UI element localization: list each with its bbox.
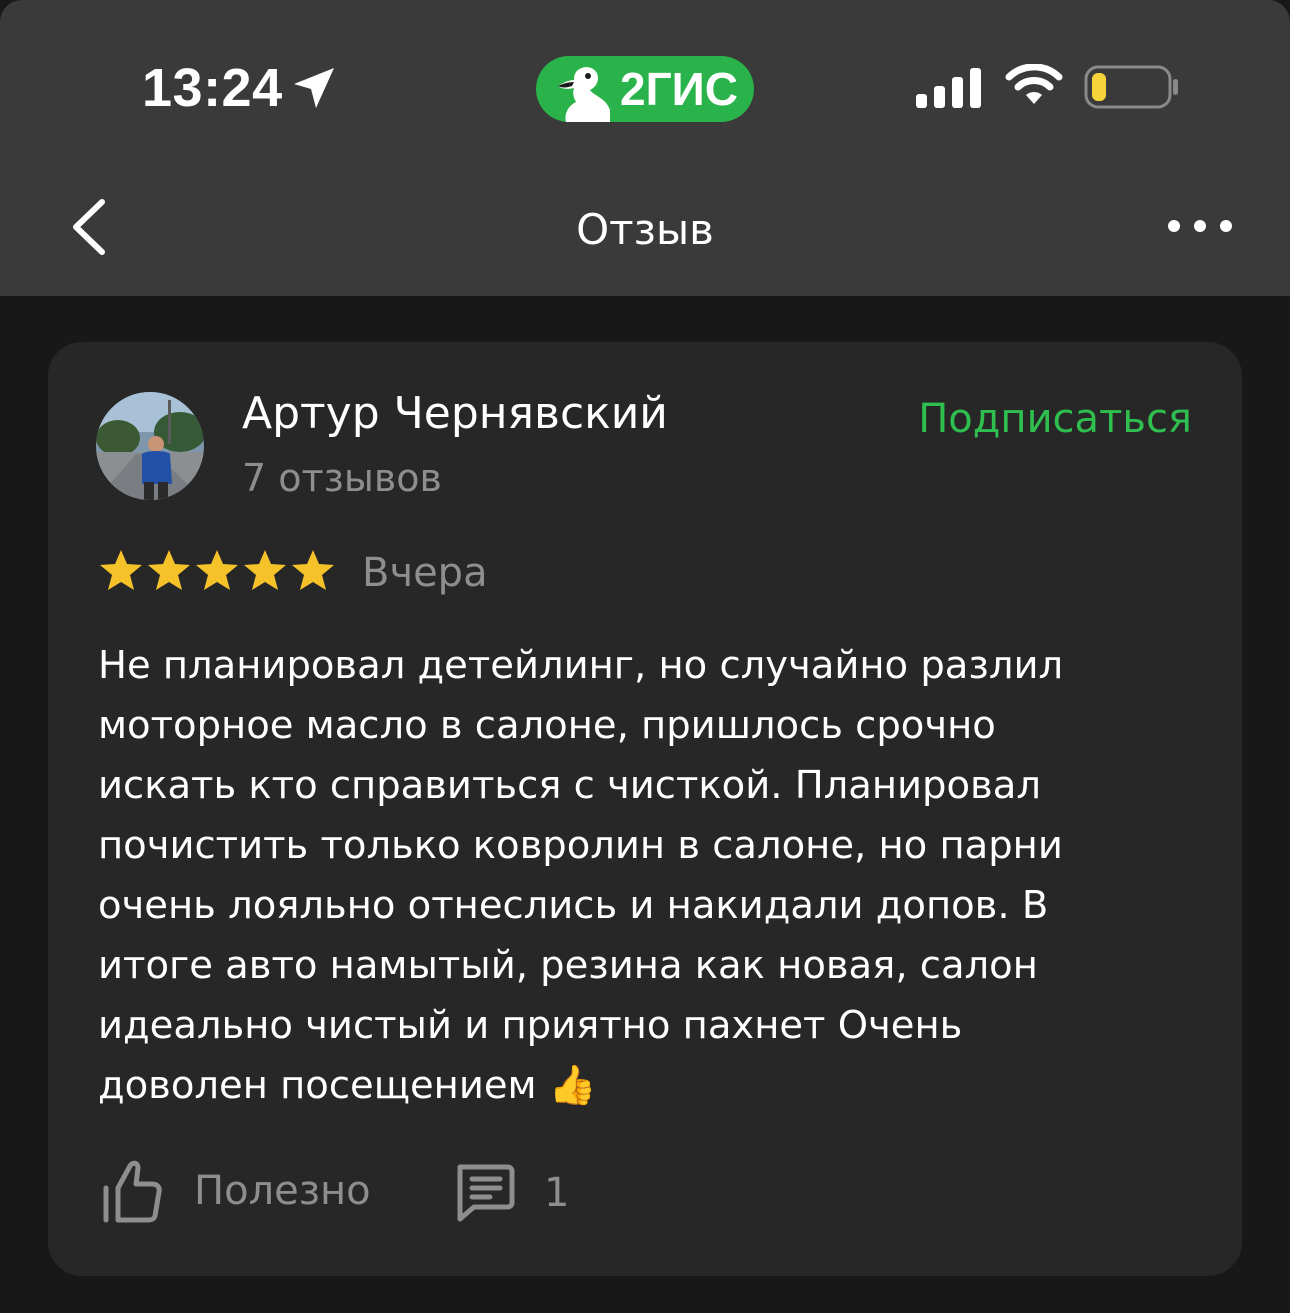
star-icon — [292, 550, 334, 590]
battery-low-icon — [1084, 65, 1178, 109]
thumbs-up-icon — [103, 1160, 162, 1223]
status-time: 13:24 — [142, 58, 283, 118]
author-reviews-count: 7 отзывов — [242, 456, 442, 500]
rating-stars — [98, 548, 336, 598]
more-options-button[interactable] — [1160, 208, 1240, 244]
wifi-icon — [1005, 64, 1063, 104]
review-date: Вчера — [362, 550, 488, 596]
star-icon — [244, 550, 286, 590]
helpful-button[interactable]: Полезно — [100, 1156, 371, 1226]
author-name[interactable]: Артур Чернявский — [242, 386, 668, 442]
comments-count: 1 — [544, 1170, 570, 1216]
star-icon — [148, 550, 190, 590]
star-icon — [100, 550, 142, 590]
avatar[interactable] — [96, 392, 204, 500]
user-photo — [96, 392, 204, 500]
helpful-label: Полезно — [194, 1168, 371, 1214]
goose-logo-icon — [558, 67, 610, 122]
subscribe-button[interactable]: Подписаться — [918, 392, 1192, 446]
brand-name: 2ГИС — [620, 63, 738, 115]
location-arrow-icon — [294, 68, 334, 108]
signal-icon — [916, 68, 981, 108]
comments-button[interactable]: 1 — [452, 1160, 569, 1226]
review-text: Не планировал детейлинг, но случайно раз… — [98, 643, 1064, 1108]
star-icon — [196, 550, 238, 590]
comment-icon — [457, 1164, 515, 1222]
page-title: Отзыв — [576, 205, 714, 254]
